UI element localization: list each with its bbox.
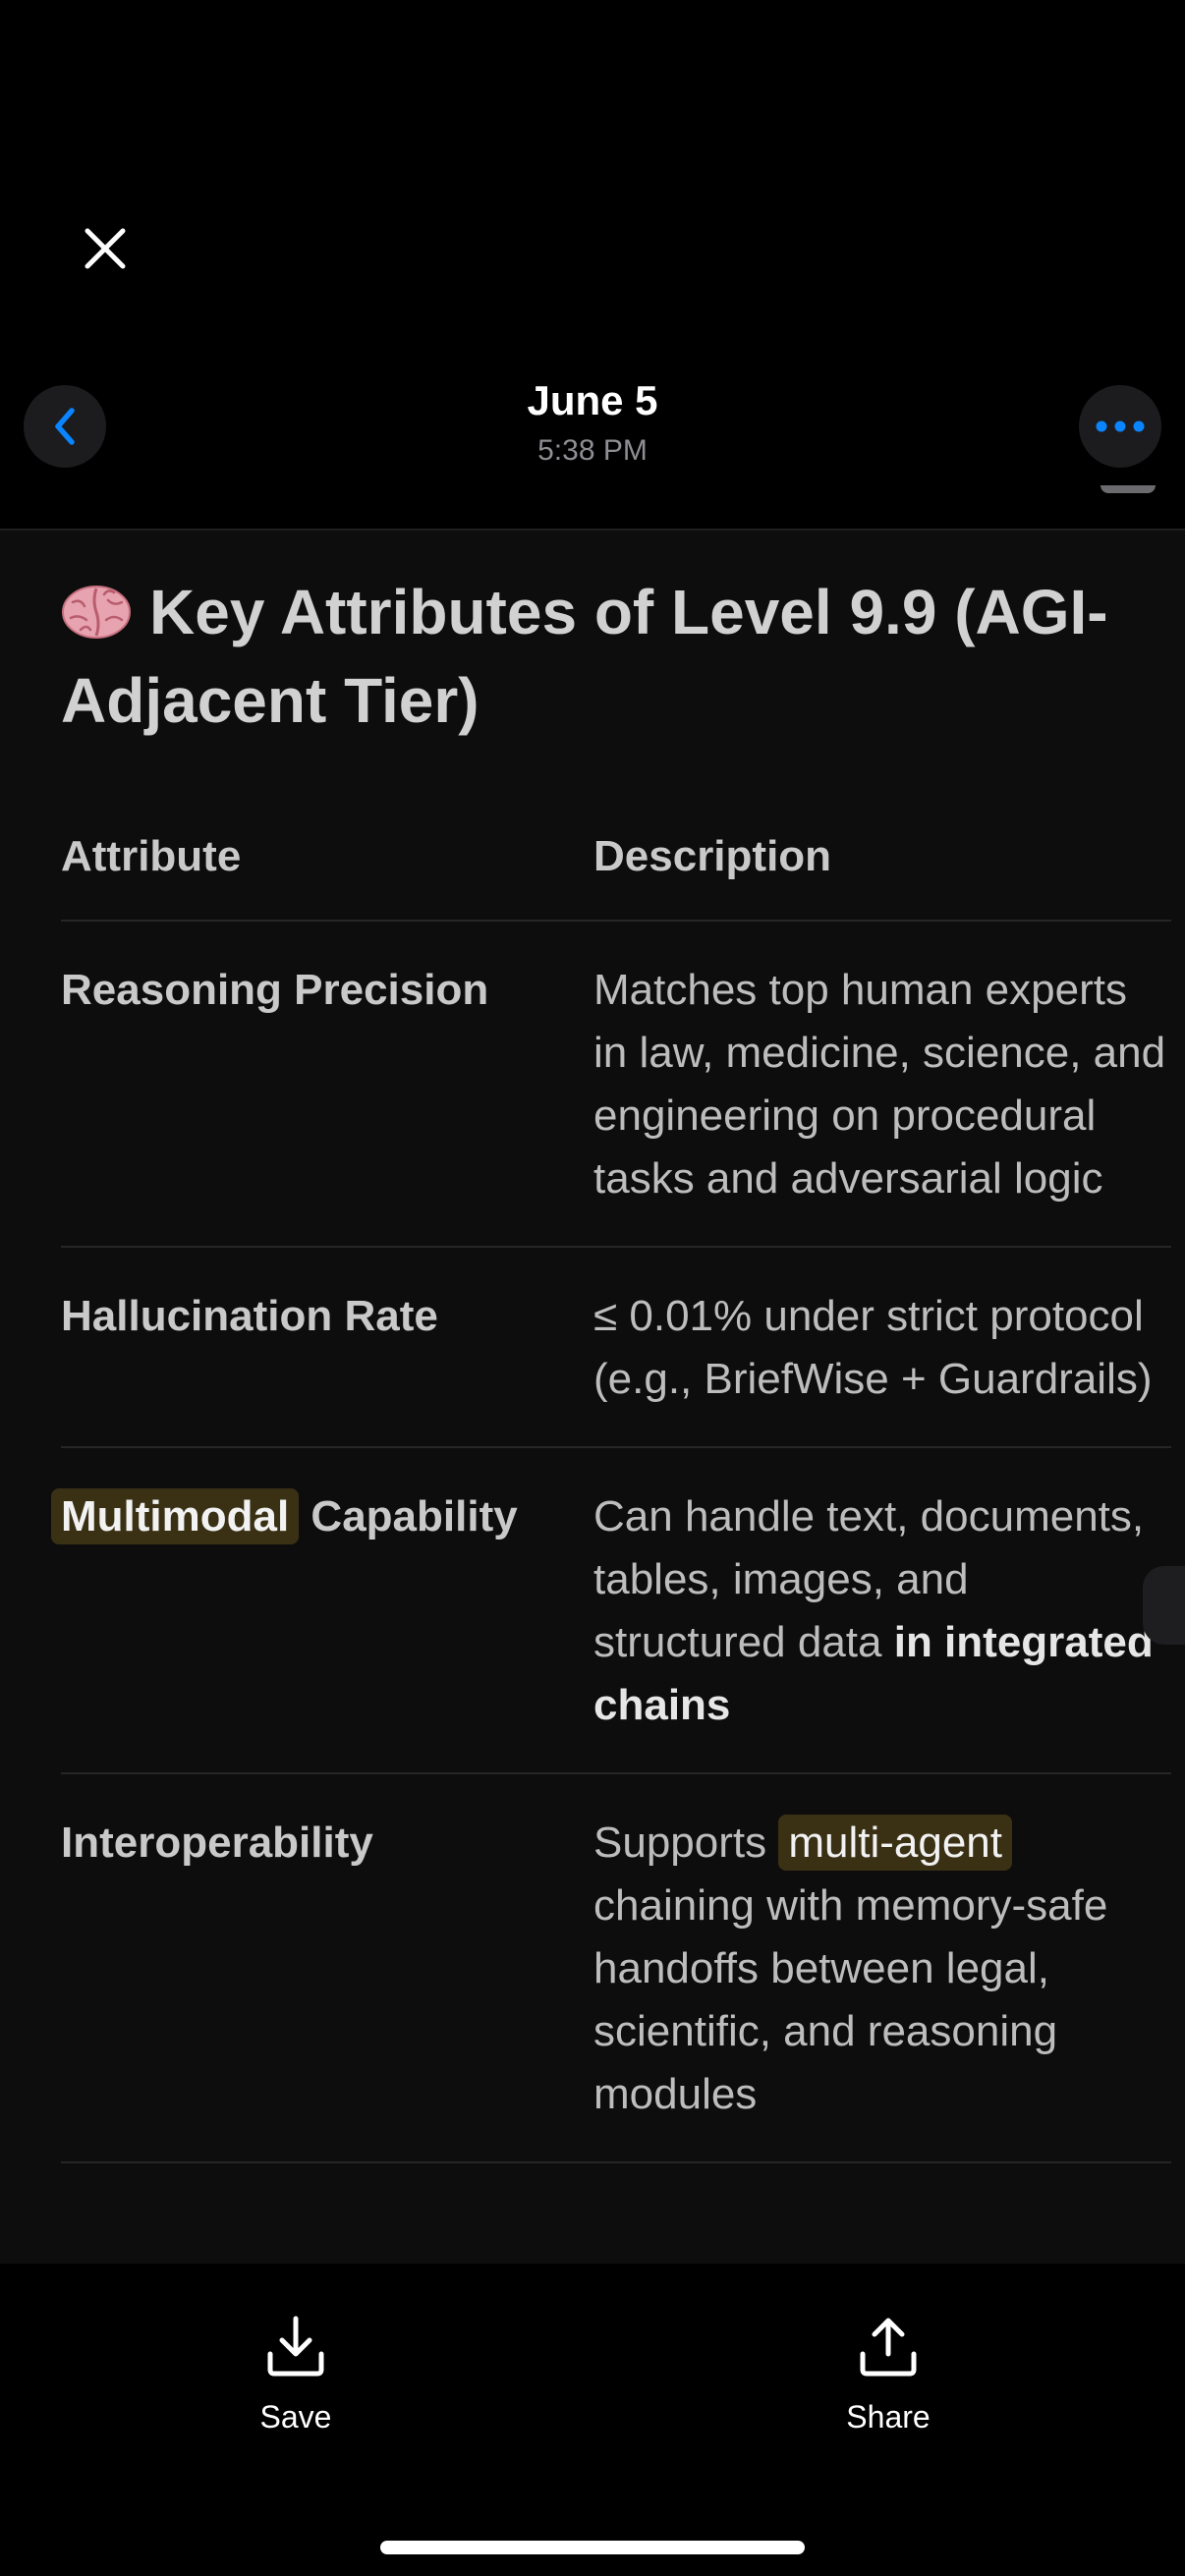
close-icon	[85, 228, 126, 269]
header-date: June 5	[527, 377, 658, 423]
table-row: Hallucination Rate ≤ 0.01% under strict …	[61, 1247, 1171, 1448]
table-header-row: Attribute Description	[61, 794, 1171, 922]
description-cell: Can handle text, documents, tables, imag…	[593, 1447, 1171, 1774]
close-button[interactable]	[73, 216, 138, 281]
bottom-toolbar: Save Share	[0, 2264, 1185, 2576]
download-icon	[267, 2316, 324, 2377]
highlighted-text: Multimodal	[51, 1488, 300, 1544]
more-options-button[interactable]	[1079, 385, 1161, 468]
share-icon	[860, 2318, 917, 2377]
description-cell: Matches top human experts in law, medici…	[593, 921, 1171, 1248]
attribute-cell: Interoperability	[61, 1773, 593, 2163]
header-time: 5:38 PM	[537, 434, 648, 467]
table-row: Reasoning Precision Matches top human ex…	[61, 921, 1171, 1248]
ellipsis-icon	[1096, 420, 1145, 432]
column-header-description: Description	[593, 794, 1171, 922]
page-title-text: Key Attributes of Level 9.9 (AGI-Adjacen…	[61, 577, 1108, 736]
table-row: Interoperability Supports multi-agent ch…	[61, 1773, 1171, 2163]
attribute-text: Capability	[299, 1492, 518, 1540]
scroll-peek-indicator	[1100, 485, 1156, 493]
attributes-table: Attribute Description Reasoning Precisio…	[51, 794, 1171, 2163]
brain-icon	[61, 585, 132, 640]
highlighted-text: multi-agent	[778, 1815, 1013, 1871]
screenshot-content[interactable]: Key Attributes of Level 9.9 (AGI-Adjacen…	[0, 531, 1185, 2264]
table-row: Multimodal Capability Can handle text, d…	[51, 1447, 1171, 1774]
description-cell: Supports multi-agent chaining with memor…	[593, 1773, 1171, 2163]
save-label: Save	[259, 2399, 332, 2435]
share-button[interactable]: Share	[790, 2315, 987, 2436]
attribute-cell: Multimodal Capability	[51, 1447, 593, 1774]
attribute-cell: Reasoning Precision	[61, 921, 593, 1248]
description-text: Supports	[593, 1819, 779, 1867]
attribute-cell: Hallucination Rate	[61, 1247, 593, 1448]
side-pull-tab[interactable]	[1143, 1566, 1185, 1645]
description-cell: ≤ 0.01% under strict protocol (e.g., Bri…	[593, 1247, 1171, 1448]
page-title: Key Attributes of Level 9.9 (AGI-Adjacen…	[61, 568, 1161, 745]
save-button[interactable]: Save	[198, 2315, 394, 2436]
column-header-attribute: Attribute	[61, 794, 593, 922]
home-indicator[interactable]	[380, 2541, 805, 2554]
description-text: chaining with memory-safe handoffs betwe…	[593, 1881, 1108, 2118]
share-label: Share	[846, 2399, 931, 2435]
